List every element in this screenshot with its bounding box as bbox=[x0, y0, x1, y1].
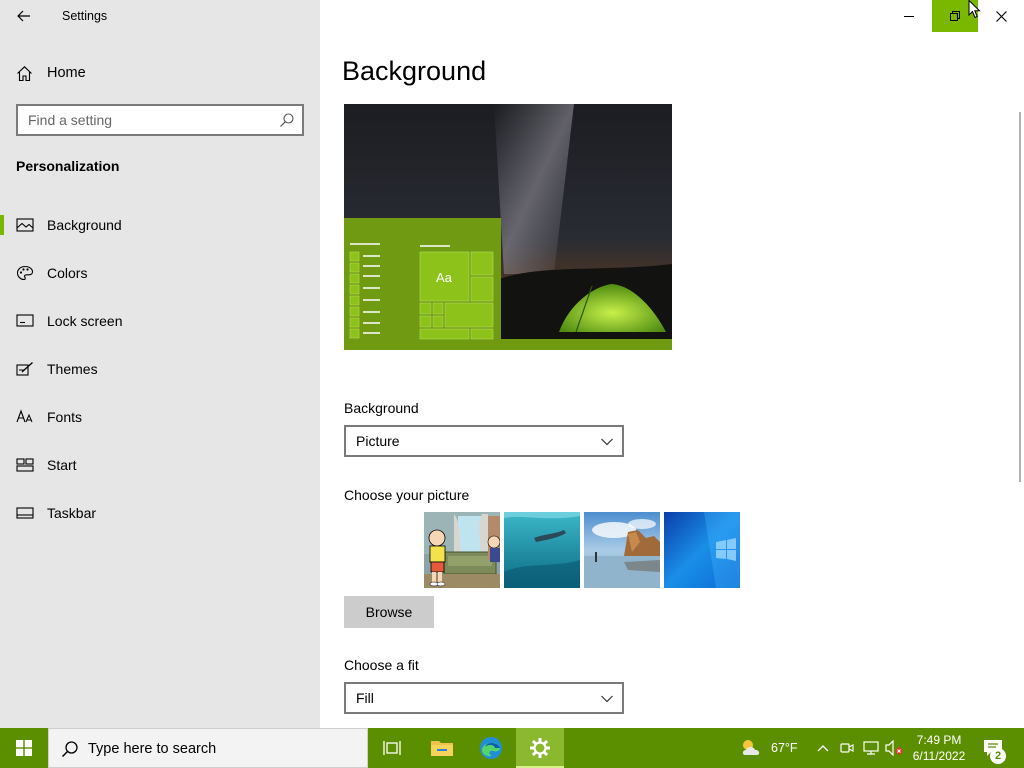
background-selected-value: Picture bbox=[356, 433, 400, 449]
start-icon bbox=[16, 458, 34, 472]
sidebar-item-label: Taskbar bbox=[47, 505, 97, 521]
edge-icon bbox=[480, 737, 502, 759]
meet-now-button[interactable] bbox=[838, 728, 856, 768]
taskbar: Type here to search 67°F 7:49 PM 6/11/20… bbox=[0, 728, 1024, 768]
close-icon bbox=[995, 10, 1007, 22]
clock-time: 7:49 PM bbox=[916, 733, 962, 747]
chevron-up-icon bbox=[817, 745, 829, 752]
fit-dropdown[interactable]: Fill bbox=[344, 682, 624, 714]
sidebar-item-label: Lock screen bbox=[47, 313, 123, 329]
windows-logo-icon bbox=[16, 740, 32, 756]
taskbar-search-box[interactable]: Type here to search bbox=[48, 728, 368, 768]
sidebar: Settings Home Personalization Background bbox=[0, 0, 320, 728]
content-scrollbar[interactable] bbox=[1019, 112, 1021, 482]
settings-app-button[interactable] bbox=[516, 728, 564, 768]
choose-fit-label: Choose a fit bbox=[344, 657, 419, 673]
page-title: Background bbox=[342, 56, 487, 86]
picture-thumbnail-1[interactable] bbox=[424, 512, 500, 588]
desktop-preview: Aa bbox=[344, 104, 672, 350]
fit-selected-value: Fill bbox=[356, 690, 374, 706]
chevron-down-icon bbox=[601, 695, 613, 703]
fonts-icon bbox=[16, 409, 33, 423]
settings-window: Settings Home Personalization Background bbox=[0, 0, 1024, 768]
palette-icon bbox=[16, 265, 34, 281]
task-view-icon bbox=[383, 741, 401, 755]
app-title: Settings bbox=[62, 9, 108, 23]
taskbar-search-text: Type here to search bbox=[88, 741, 217, 757]
picture-thumbnail-4[interactable] bbox=[664, 512, 740, 588]
sidebar-item-fonts[interactable]: Fonts bbox=[0, 397, 320, 437]
sidebar-item-themes[interactable]: Themes bbox=[0, 349, 320, 389]
back-arrow-icon bbox=[17, 10, 30, 22]
sidebar-item-label: Home bbox=[47, 65, 86, 81]
mouse-cursor-icon bbox=[968, 0, 981, 19]
picture-thumbnail-2[interactable] bbox=[504, 512, 580, 588]
preview-wallpaper bbox=[344, 104, 672, 350]
sidebar-item-lock-screen[interactable]: Lock screen bbox=[0, 301, 320, 341]
meet-now-icon bbox=[840, 743, 854, 753]
notification-count-badge: 2 bbox=[990, 748, 1006, 764]
edge-browser-button[interactable] bbox=[467, 728, 515, 768]
search-input[interactable] bbox=[28, 111, 268, 129]
brush-icon bbox=[16, 362, 33, 376]
taskbar-clock[interactable]: 7:49 PM 6/11/2022 bbox=[904, 732, 974, 764]
browse-button[interactable]: Browse bbox=[344, 596, 434, 628]
folder-icon bbox=[431, 741, 453, 756]
background-dropdown[interactable]: Picture bbox=[344, 425, 624, 457]
lock-screen-icon bbox=[16, 314, 34, 327]
picture-icon bbox=[16, 218, 34, 232]
weather-widget[interactable] bbox=[738, 728, 764, 768]
partly-cloudy-icon bbox=[742, 740, 760, 755]
chevron-down-icon bbox=[601, 438, 613, 446]
file-explorer-button[interactable] bbox=[418, 728, 466, 768]
find-setting-search[interactable] bbox=[16, 104, 304, 136]
show-hidden-icons-button[interactable] bbox=[814, 728, 832, 768]
sidebar-item-label: Fonts bbox=[47, 409, 83, 425]
sidebar-item-home[interactable]: Home bbox=[0, 56, 320, 90]
sidebar-item-taskbar[interactable]: Taskbar bbox=[0, 493, 320, 533]
underwater-image bbox=[504, 512, 580, 588]
clock-date: 6/11/2022 bbox=[912, 749, 966, 763]
network-button[interactable] bbox=[861, 728, 881, 768]
sidebar-item-background[interactable]: Background bbox=[0, 205, 320, 245]
windows-default-image bbox=[664, 512, 740, 588]
network-icon bbox=[863, 741, 879, 755]
restore-icon bbox=[950, 11, 960, 21]
background-label: Background bbox=[344, 400, 419, 416]
sidebar-item-label: Themes bbox=[47, 361, 98, 377]
choose-picture-label: Choose your picture bbox=[344, 487, 470, 503]
task-view-button[interactable] bbox=[368, 728, 416, 768]
sidebar-item-colors[interactable]: Colors bbox=[0, 253, 320, 293]
picture-thumbnail-3[interactable] bbox=[584, 512, 660, 588]
home-icon bbox=[17, 66, 32, 82]
sidebar-item-start[interactable]: Start bbox=[0, 445, 320, 485]
title-bar: Settings bbox=[0, 0, 320, 32]
volume-muted-icon bbox=[885, 740, 903, 756]
sidebar-item-label: Start bbox=[47, 457, 77, 473]
search-icon[interactable] bbox=[279, 112, 295, 128]
beach-rocks-image bbox=[584, 512, 660, 588]
taskbar-icon bbox=[16, 507, 34, 519]
preview-sample-text: Aa bbox=[436, 270, 452, 285]
search-icon bbox=[61, 741, 78, 758]
cartoon-room-image bbox=[424, 512, 500, 588]
sidebar-item-label: Colors bbox=[47, 265, 88, 281]
weather-temperature[interactable]: 67°F bbox=[771, 741, 798, 755]
section-title: Personalization bbox=[16, 158, 120, 174]
minimize-button[interactable] bbox=[886, 0, 932, 32]
volume-button[interactable] bbox=[884, 728, 904, 768]
start-button[interactable] bbox=[0, 728, 48, 768]
close-button[interactable] bbox=[978, 0, 1024, 32]
back-button[interactable] bbox=[8, 4, 40, 28]
gear-icon bbox=[530, 738, 550, 758]
minimize-icon bbox=[904, 16, 914, 17]
sidebar-item-label: Background bbox=[47, 217, 122, 233]
